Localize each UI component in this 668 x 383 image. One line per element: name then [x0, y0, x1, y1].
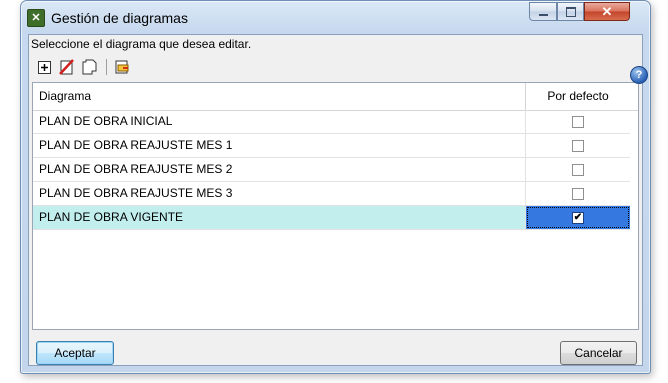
default-checkbox[interactable] — [572, 115, 584, 128]
table-row[interactable]: PLAN DE OBRA REAJUSTE MES 1 — [33, 134, 630, 158]
diagram-app-icon: ✕ — [27, 9, 45, 27]
add-icon — [37, 60, 51, 74]
toolbar — [35, 57, 136, 77]
column-header-default[interactable]: Por defecto — [526, 83, 630, 110]
default-checkbox-checked[interactable]: ✔ — [572, 211, 584, 224]
title-bar[interactable]: ✕ Gestión de diagramas ✕ — [21, 1, 650, 34]
toolbar-separator — [106, 59, 107, 75]
diagram-name-cell[interactable]: PLAN DE OBRA REAJUSTE MES 1 — [33, 134, 526, 157]
diagram-name-cell[interactable]: PLAN DE OBRA REAJUSTE MES 3 — [33, 182, 526, 205]
minimize-icon — [538, 14, 548, 16]
diagram-name-cell[interactable]: PLAN DE OBRA VIGENTE — [33, 206, 526, 229]
table-row[interactable]: PLAN DE OBRA INICIAL — [33, 110, 630, 134]
dialog-window: ✕ Gestión de diagramas ✕ Seleccione el d… — [20, 0, 651, 374]
delete-icon — [59, 59, 74, 75]
export-icon — [115, 60, 129, 74]
default-checkbox[interactable] — [572, 139, 584, 152]
maximize-button[interactable] — [557, 2, 584, 21]
close-button[interactable]: ✕ — [584, 2, 630, 21]
diagram-table: Diagrama Por defecto PLAN DE OBRA INICIA… — [32, 82, 639, 330]
close-icon: ✕ — [601, 3, 613, 19]
default-cell[interactable]: ✔ — [526, 206, 630, 229]
checkmark-icon: ✔ — [573, 211, 583, 223]
default-cell[interactable] — [526, 134, 630, 157]
diagram-name-cell[interactable]: PLAN DE OBRA INICIAL — [33, 110, 526, 133]
table-header: Diagrama Por defecto — [33, 83, 638, 111]
dialog-client-area: Seleccione el diagrama que desea editar. — [28, 34, 643, 366]
default-cell[interactable] — [526, 110, 630, 133]
table-row-selected[interactable]: PLAN DE OBRA VIGENTE ✔ — [33, 206, 630, 230]
minimize-button[interactable] — [529, 2, 557, 21]
diagram-name-cell[interactable]: PLAN DE OBRA REAJUSTE MES 2 — [33, 158, 526, 181]
default-checkbox[interactable] — [572, 163, 584, 176]
add-button[interactable] — [35, 58, 53, 76]
column-header-diagram[interactable]: Diagrama — [33, 83, 526, 110]
window-title: Gestión de diagramas — [51, 10, 188, 26]
instructions-label: Seleccione el diagrama que desea editar. — [31, 37, 252, 51]
default-checkbox[interactable] — [572, 187, 584, 200]
default-cell[interactable] — [526, 158, 630, 181]
accept-button[interactable]: Aceptar — [36, 341, 114, 365]
table-row[interactable]: PLAN DE OBRA REAJUSTE MES 3 — [33, 182, 630, 206]
cancel-button[interactable]: Cancelar — [560, 341, 637, 365]
default-cell[interactable] — [526, 182, 630, 205]
maximize-icon — [565, 6, 576, 17]
delete-button[interactable] — [58, 58, 76, 76]
table-row[interactable]: PLAN DE OBRA REAJUSTE MES 2 — [33, 158, 630, 182]
help-icon[interactable]: ? — [630, 66, 648, 84]
copy-icon — [82, 59, 97, 75]
copy-button[interactable] — [81, 58, 99, 76]
export-button[interactable] — [113, 58, 131, 76]
